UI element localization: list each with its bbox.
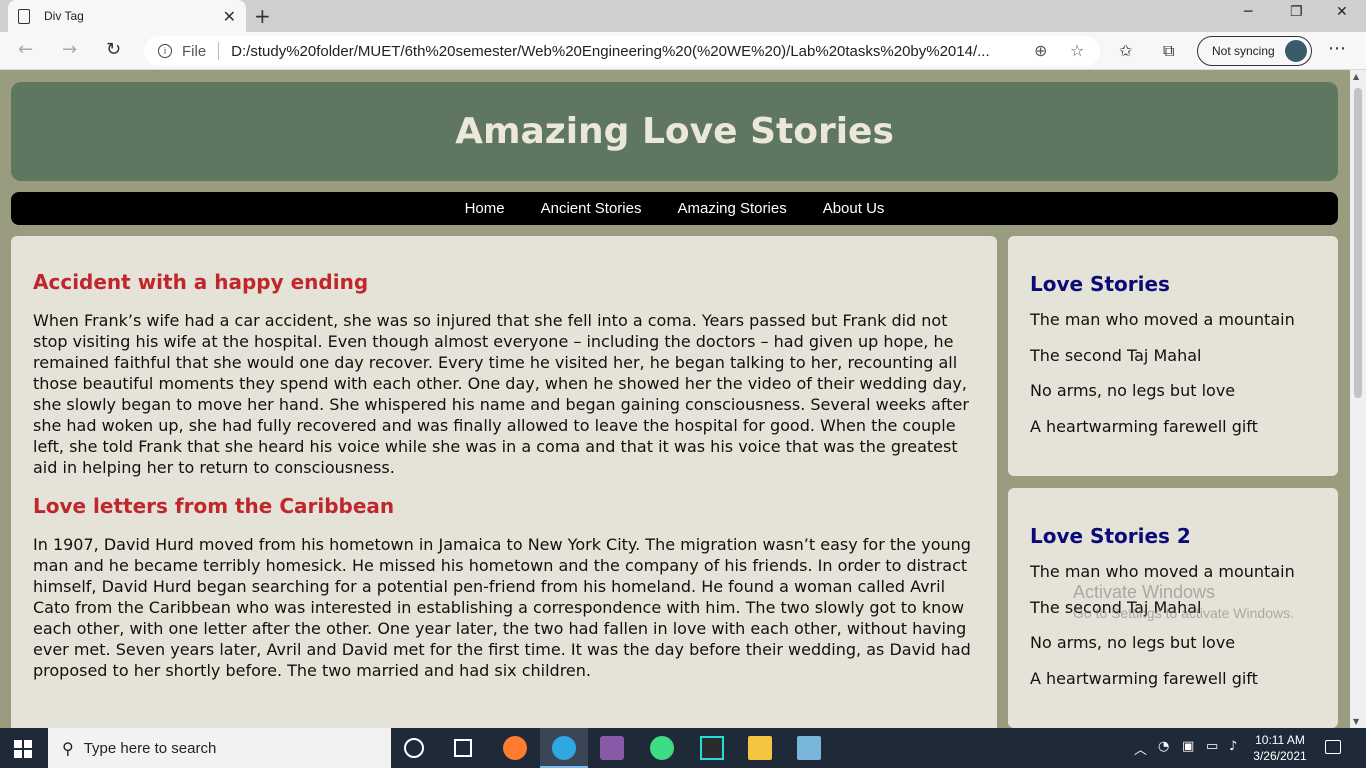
page-viewport: Amazing Love Stories Home Ancient Storie… xyxy=(0,70,1350,728)
page-header: Amazing Love Stories xyxy=(11,82,1338,181)
page-scrollbar[interactable]: ▲ ▼ xyxy=(1350,70,1366,728)
refresh-icon[interactable]: ↻ xyxy=(106,39,121,60)
windows-taskbar: ⚲ Type here to search ︿ ◔ ▣ ▭ ♪ 10:11 AM… xyxy=(0,728,1366,768)
zoom-icon[interactable]: ⊕ xyxy=(1034,41,1047,60)
favorites-icon[interactable]: ✩ xyxy=(1119,41,1132,60)
scroll-up-icon[interactable]: ▲ xyxy=(1353,72,1359,81)
favorite-star-icon[interactable]: ☆ xyxy=(1070,41,1084,60)
address-bar[interactable]: i File D:/study%20folder/MUET/6th%20seme… xyxy=(144,36,1100,66)
tab-strip: Div Tag ✕ + ─ ❐ ✕ xyxy=(0,0,1366,32)
app-icon[interactable] xyxy=(700,736,724,760)
tab-title: Div Tag xyxy=(44,9,84,23)
nav-link-home[interactable]: Home xyxy=(447,200,523,217)
taskbar-search[interactable]: ⚲ Type here to search xyxy=(48,728,391,768)
clock-time: 10:11 AM xyxy=(1255,733,1305,747)
new-tab-button[interactable]: + xyxy=(254,4,271,28)
back-icon[interactable]: ← xyxy=(18,39,33,60)
chevron-up-icon[interactable]: ︿ xyxy=(1134,739,1147,758)
sidebar-item[interactable]: The man who moved a mountain xyxy=(1030,310,1316,346)
file-label: File xyxy=(182,42,207,60)
story-title: Love letters from the Caribbean xyxy=(33,494,395,518)
story-body: In 1907, David Hurd moved from his homet… xyxy=(33,535,971,680)
search-placeholder: Type here to search xyxy=(83,739,217,757)
firefox-icon[interactable] xyxy=(503,736,527,760)
info-icon[interactable]: i xyxy=(158,44,172,58)
story-body: When Frank’s wife had a car accident, sh… xyxy=(33,311,969,477)
more-icon[interactable]: ⋯ xyxy=(1328,38,1346,59)
sidebar-box-love-stories: Love Stories The man who moved a mountai… xyxy=(1008,236,1338,476)
scroll-down-icon[interactable]: ▼ xyxy=(1353,717,1359,726)
network-icon[interactable]: ◔ xyxy=(1158,739,1169,754)
close-window-button[interactable]: ✕ xyxy=(1336,4,1348,20)
address-separator xyxy=(218,42,220,60)
app-icon[interactable] xyxy=(600,736,624,760)
notification-icon[interactable] xyxy=(1325,740,1341,754)
sidebar-title: Love Stories 2 xyxy=(1030,524,1191,548)
sync-label: Not syncing xyxy=(1212,44,1275,58)
forward-icon[interactable]: → xyxy=(62,39,77,60)
sidebar-item[interactable]: A heartwarming farewell gift xyxy=(1030,669,1316,705)
sidebar-title: Love Stories xyxy=(1030,272,1170,296)
sidebar-item[interactable]: A heartwarming farewell gift xyxy=(1030,417,1316,453)
sidebar-item[interactable]: The second Taj Mahal xyxy=(1030,346,1316,382)
profile-sync-button[interactable]: Not syncing xyxy=(1197,36,1312,66)
minimize-button[interactable]: ─ xyxy=(1244,4,1252,20)
search-icon: ⚲ xyxy=(62,738,74,758)
main-nav: Home Ancient Stories Amazing Stories Abo… xyxy=(11,192,1338,225)
volume-icon[interactable]: ♪ xyxy=(1229,739,1237,754)
nav-link-amazing-stories[interactable]: Amazing Stories xyxy=(659,200,804,217)
main-content: Accident with a happy ending When Frank’… xyxy=(11,236,997,728)
file-explorer-icon[interactable] xyxy=(748,736,772,760)
windows-start-icon[interactable] xyxy=(14,740,32,758)
url-text[interactable]: D:/study%20folder/MUET/6th%20semester/We… xyxy=(231,43,1027,60)
activate-windows-watermark: Activate Windows Go to Settings to activ… xyxy=(1073,582,1294,621)
taskbar-clock[interactable]: 10:11 AM 3/26/2021 xyxy=(1250,732,1310,764)
sidebar-item[interactable]: No arms, no legs but love xyxy=(1030,381,1316,417)
watermark-line-2: Go to Settings to activate Windows. xyxy=(1073,605,1294,621)
edge-icon[interactable] xyxy=(552,736,576,760)
nav-link-about-us[interactable]: About Us xyxy=(805,200,903,217)
avatar xyxy=(1284,39,1308,63)
nav-link-ancient-stories[interactable]: Ancient Stories xyxy=(523,200,660,217)
cortana-icon[interactable] xyxy=(404,738,424,758)
sidebar-item[interactable]: No arms, no legs but love xyxy=(1030,633,1316,669)
document-icon xyxy=(18,8,30,24)
meet-icon[interactable]: ▣ xyxy=(1182,739,1194,754)
story-title: Accident with a happy ending xyxy=(33,270,369,294)
browser-tab[interactable]: Div Tag ✕ xyxy=(8,0,246,32)
task-view-icon[interactable] xyxy=(454,739,472,757)
battery-icon[interactable]: ▭ xyxy=(1206,739,1218,754)
collections-icon[interactable]: ⧉ xyxy=(1163,41,1174,61)
restore-button[interactable]: ❐ xyxy=(1290,4,1303,20)
clock-date: 3/26/2021 xyxy=(1253,749,1307,763)
watermark-line-1: Activate Windows xyxy=(1073,582,1216,602)
page-title: Amazing Love Stories xyxy=(455,111,894,152)
browser-toolbar: ← → ↻ i File D:/study%20folder/MUET/6th%… xyxy=(0,32,1366,70)
notepad-icon[interactable] xyxy=(797,736,821,760)
tab-close-icon[interactable]: ✕ xyxy=(223,7,236,26)
scroll-thumb[interactable] xyxy=(1354,88,1362,398)
android-studio-icon[interactable] xyxy=(650,736,674,760)
